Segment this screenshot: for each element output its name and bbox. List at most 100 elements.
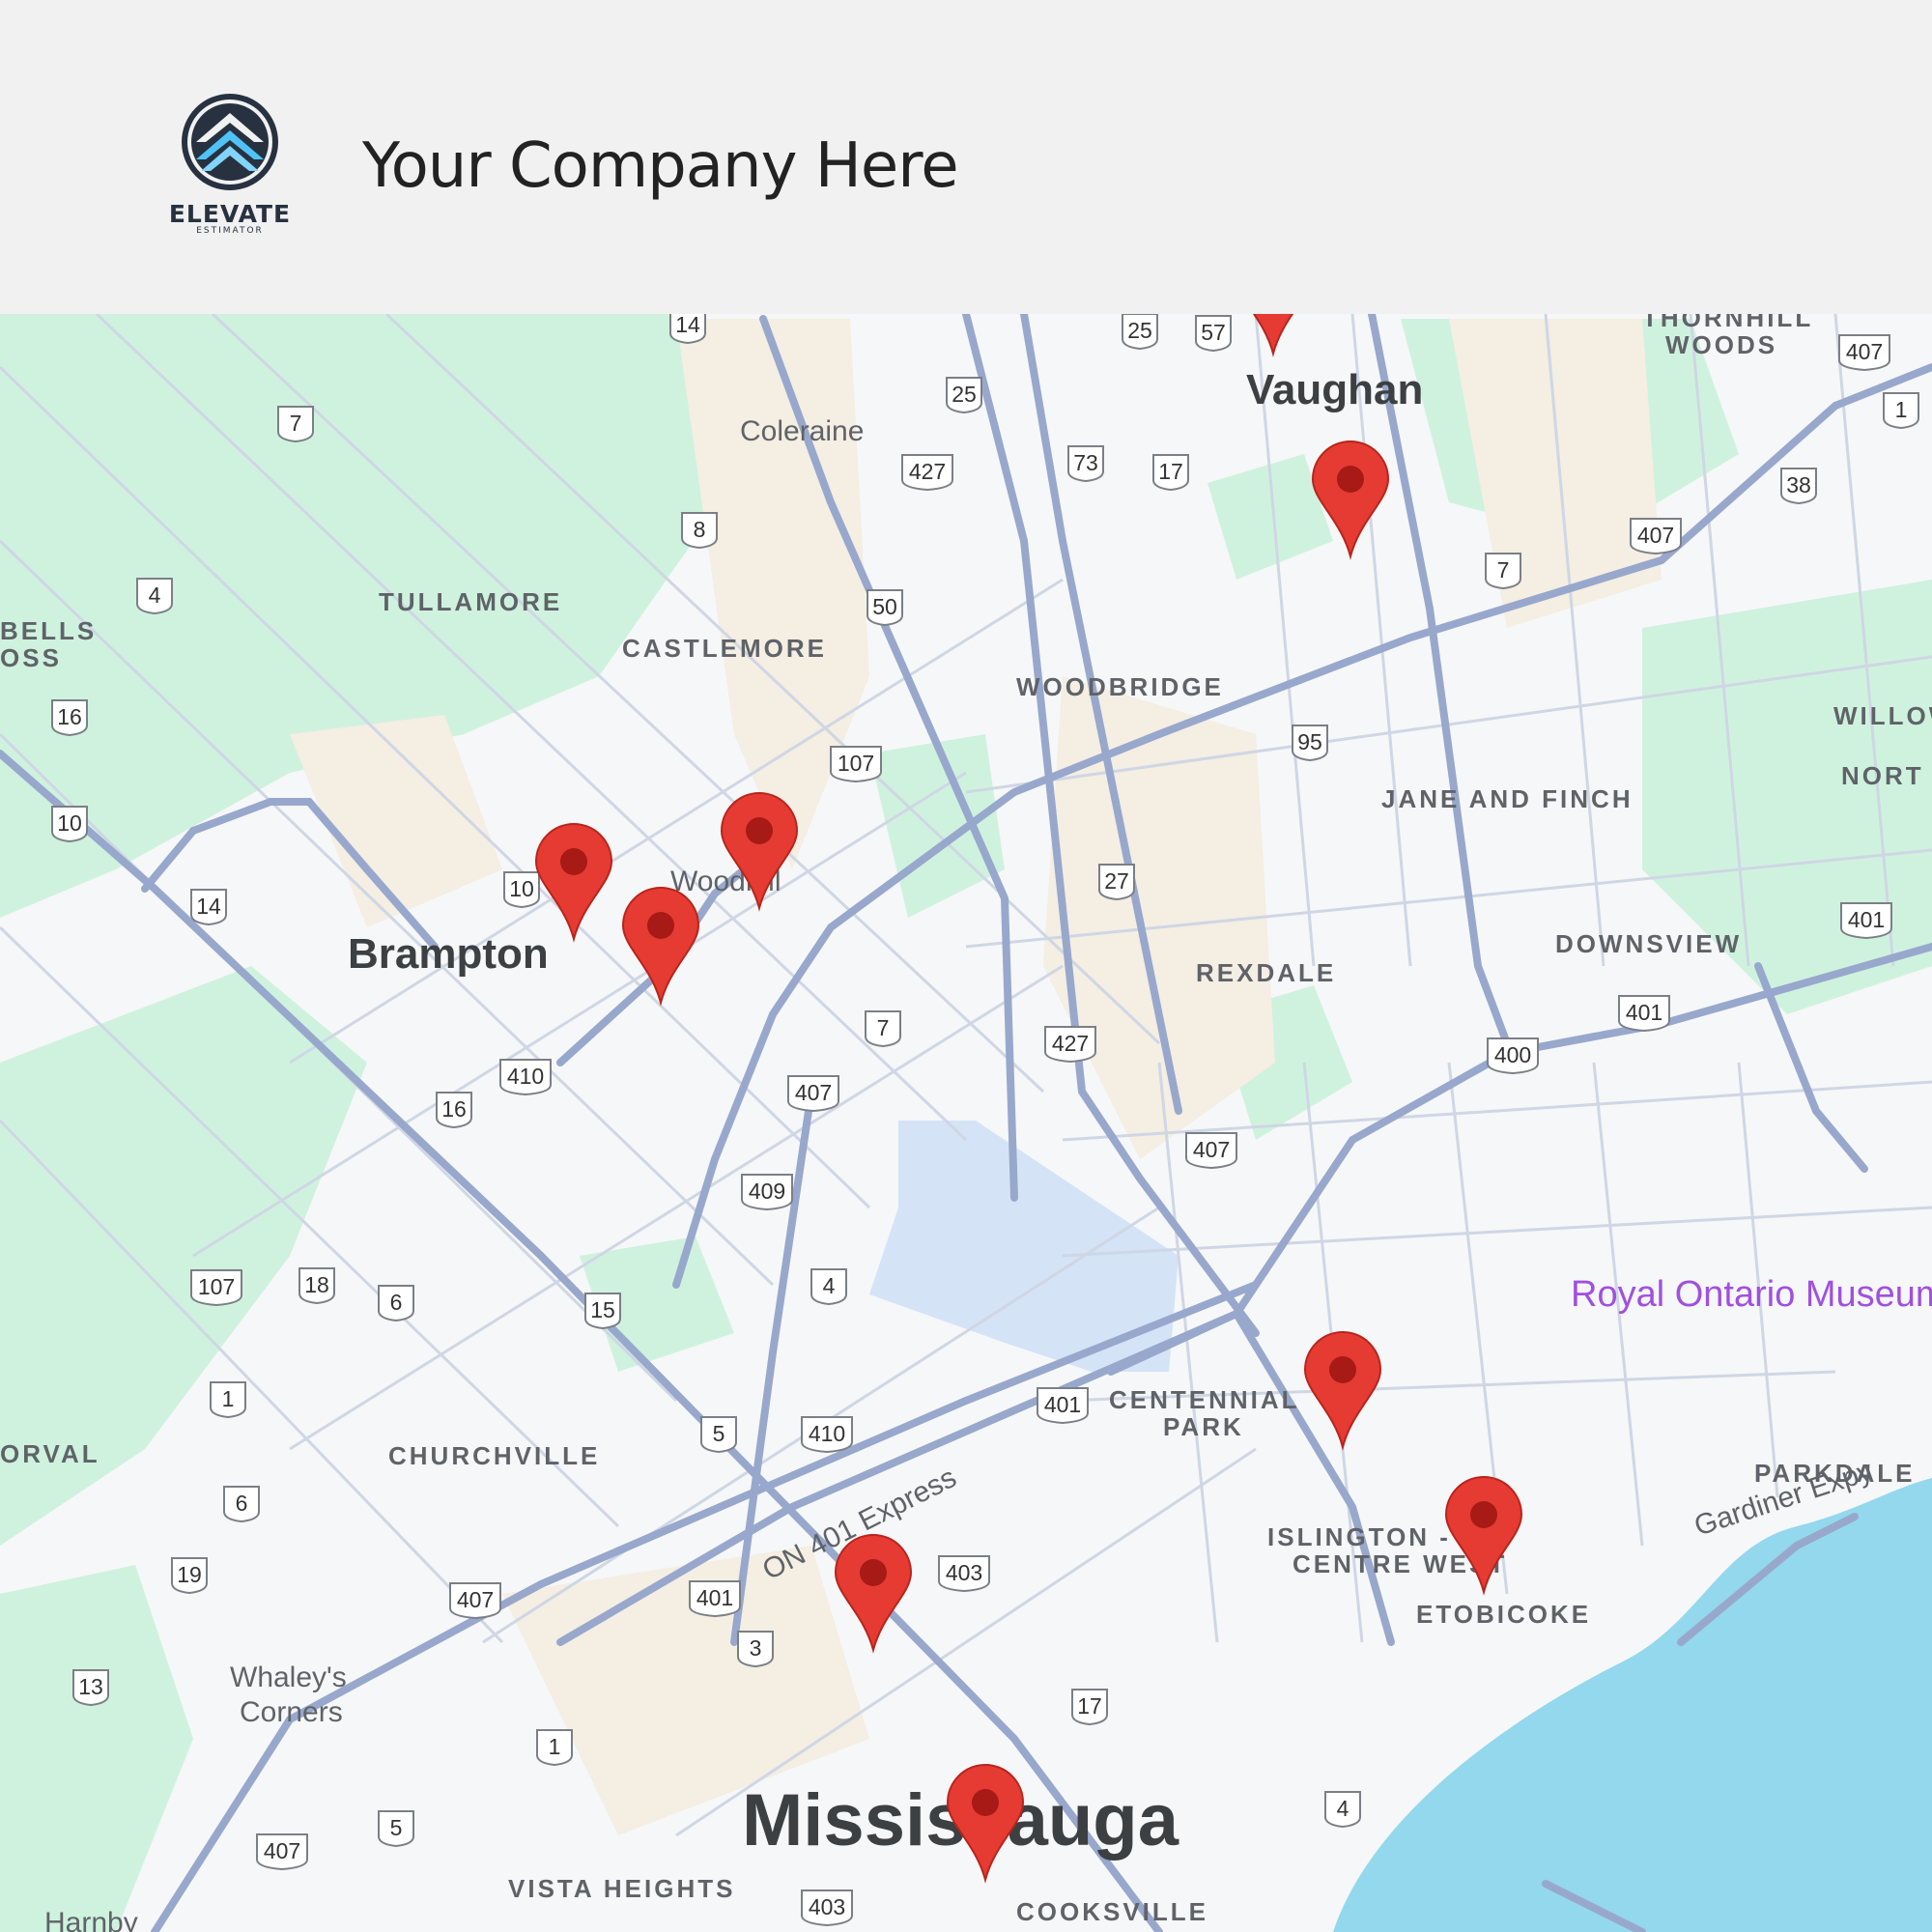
highway-shield: 6 (378, 1285, 414, 1322)
highway-shield-label: 25 (952, 382, 977, 407)
area-label: ISLINGTON - (1267, 1522, 1451, 1551)
highway-shield: 25 (1122, 314, 1158, 351)
highway-shield-label: 15 (590, 1297, 615, 1322)
highway-shield: 7 (277, 406, 314, 443)
logo-mark-icon (182, 94, 278, 190)
area-label: CASTLEMORE (622, 634, 827, 663)
highway-shield-label: 1 (222, 1386, 235, 1411)
company-name: Your Company Here (362, 130, 959, 202)
highway-shield: 403 (801, 1889, 853, 1927)
city-label: Harnby (44, 1907, 138, 1932)
highway-shield-label: 10 (509, 876, 534, 901)
map-canvas[interactable]: TULLAMORE CASTLEMORE WOODBRIDGE JANE AND… (0, 314, 1932, 1932)
highway-shield-label: 410 (809, 1421, 845, 1446)
area-label: BELLS (0, 616, 97, 645)
highway-shield: 401 (689, 1580, 741, 1618)
highway-shield-label: 5 (713, 1421, 725, 1446)
area-label: ETOBICOKE (1416, 1600, 1591, 1629)
highway-shield: 57 (1195, 315, 1232, 353)
highway-shield: 1 (210, 1381, 246, 1419)
highway-shield-label: 403 (946, 1560, 982, 1585)
highway-shield: 407 (1185, 1132, 1237, 1170)
highway-shield: 10 (503, 871, 540, 909)
highway-shield-label: 8 (694, 517, 706, 542)
highway-shield-label: 427 (1052, 1031, 1089, 1056)
highway-shield-label: 73 (1073, 450, 1098, 475)
city-label: Whaley's (230, 1662, 347, 1693)
area-label: WILLOW (1833, 701, 1932, 730)
map-view[interactable]: TULLAMORE CASTLEMORE WOODBRIDGE JANE AND… (0, 314, 1932, 1932)
highway-shield-label: 407 (1637, 523, 1674, 548)
area-label: VISTA HEIGHTS (508, 1874, 735, 1903)
area-label: OSS (0, 643, 62, 672)
logo-subtitle: ESTIMATOR (196, 226, 264, 236)
area-label: COOKSVILLE (1016, 1897, 1208, 1926)
highway-shield: 401 (1840, 902, 1892, 940)
highway-shield: 407 (1630, 518, 1682, 555)
highway-shield: 5 (700, 1416, 737, 1454)
city-label: Brampton (348, 930, 549, 978)
highway-shield: 5 (378, 1810, 414, 1848)
highway-shield-label: 409 (749, 1179, 785, 1204)
highway-shield: 410 (801, 1416, 853, 1454)
header: ELEVATE ESTIMATOR Your Company Here (0, 0, 1932, 314)
area-label: DOWNSVIEW (1555, 929, 1742, 958)
city-label: Coleraine (740, 415, 864, 447)
highway-shield-label: 27 (1104, 868, 1129, 894)
area-label: JANE AND FINCH (1381, 784, 1634, 813)
highway-shield-label: 407 (1193, 1137, 1230, 1162)
highway-shield-label: 50 (872, 594, 897, 619)
highway-shield-label: 400 (1494, 1042, 1531, 1067)
highway-shield-label: 16 (57, 704, 82, 729)
city-label: Vaughan (1246, 366, 1423, 413)
highway-shield: 15 (584, 1293, 621, 1330)
highway-shield-label: 14 (675, 314, 700, 337)
highway-shield-label: 14 (196, 894, 221, 919)
highway-shield: 16 (436, 1092, 472, 1129)
highway-shield: 13 (72, 1669, 109, 1707)
highway-shield: 107 (190, 1269, 242, 1307)
logo-wordmark: ELEVATE (168, 200, 292, 228)
city-label: Corners (240, 1696, 343, 1728)
area-label: WOODBRIDGE (1016, 672, 1224, 701)
highway-shield: 4 (136, 578, 173, 615)
highway-shield: 427 (901, 454, 953, 492)
highway-shield-label: 7 (290, 411, 302, 436)
area-label: WOODS (1665, 330, 1777, 359)
highway-shield-label: 38 (1786, 472, 1811, 497)
highway-shield: 407 (787, 1075, 839, 1113)
area-label: CHURCHVILLE (388, 1441, 600, 1470)
highway-shield-label: 407 (795, 1080, 832, 1105)
highway-shield-label: 403 (809, 1894, 845, 1919)
poi-label[interactable]: Royal Ontario Museum (1571, 1274, 1932, 1315)
highway-shield: 403 (938, 1555, 990, 1593)
highway-shield: 17 (1152, 454, 1189, 492)
highway-shield-label: 1 (1895, 397, 1908, 422)
highway-shield-label: 4 (823, 1273, 836, 1298)
highway-shield: 4 (810, 1268, 847, 1306)
area-label: PARK (1163, 1412, 1244, 1441)
highway-shield-label: 7 (877, 1015, 890, 1040)
highway-shield: 50 (867, 589, 903, 627)
highway-shield-label: 427 (909, 459, 946, 484)
highway-shield: 8 (681, 512, 718, 550)
highway-shield: 4 (1324, 1791, 1361, 1829)
highway-shield: 6 (223, 1486, 260, 1523)
highway-shield: 407 (449, 1582, 501, 1620)
highway-shield-label: 18 (304, 1272, 329, 1297)
highway-shield-label: 107 (838, 751, 874, 776)
highway-shield-label: 4 (1337, 1796, 1350, 1821)
highway-shield-label: 401 (696, 1585, 733, 1610)
highway-shield: 407 (256, 1833, 308, 1871)
highway-shield: 7 (1485, 553, 1521, 590)
area-label: ORVAL (0, 1439, 100, 1468)
highway-shield-label: 95 (1297, 729, 1322, 754)
highway-shield: 409 (741, 1174, 793, 1211)
highway-shield: 16 (51, 699, 88, 737)
highway-shield: 27 (1098, 864, 1135, 901)
highway-shield: 400 (1487, 1037, 1539, 1075)
highway-shield: 3 (737, 1631, 774, 1668)
highway-shield-label: 407 (457, 1587, 494, 1612)
elevate-estimator-logo[interactable]: ELEVATE ESTIMATOR (162, 92, 298, 246)
highway-shield-label: 401 (1044, 1392, 1081, 1417)
